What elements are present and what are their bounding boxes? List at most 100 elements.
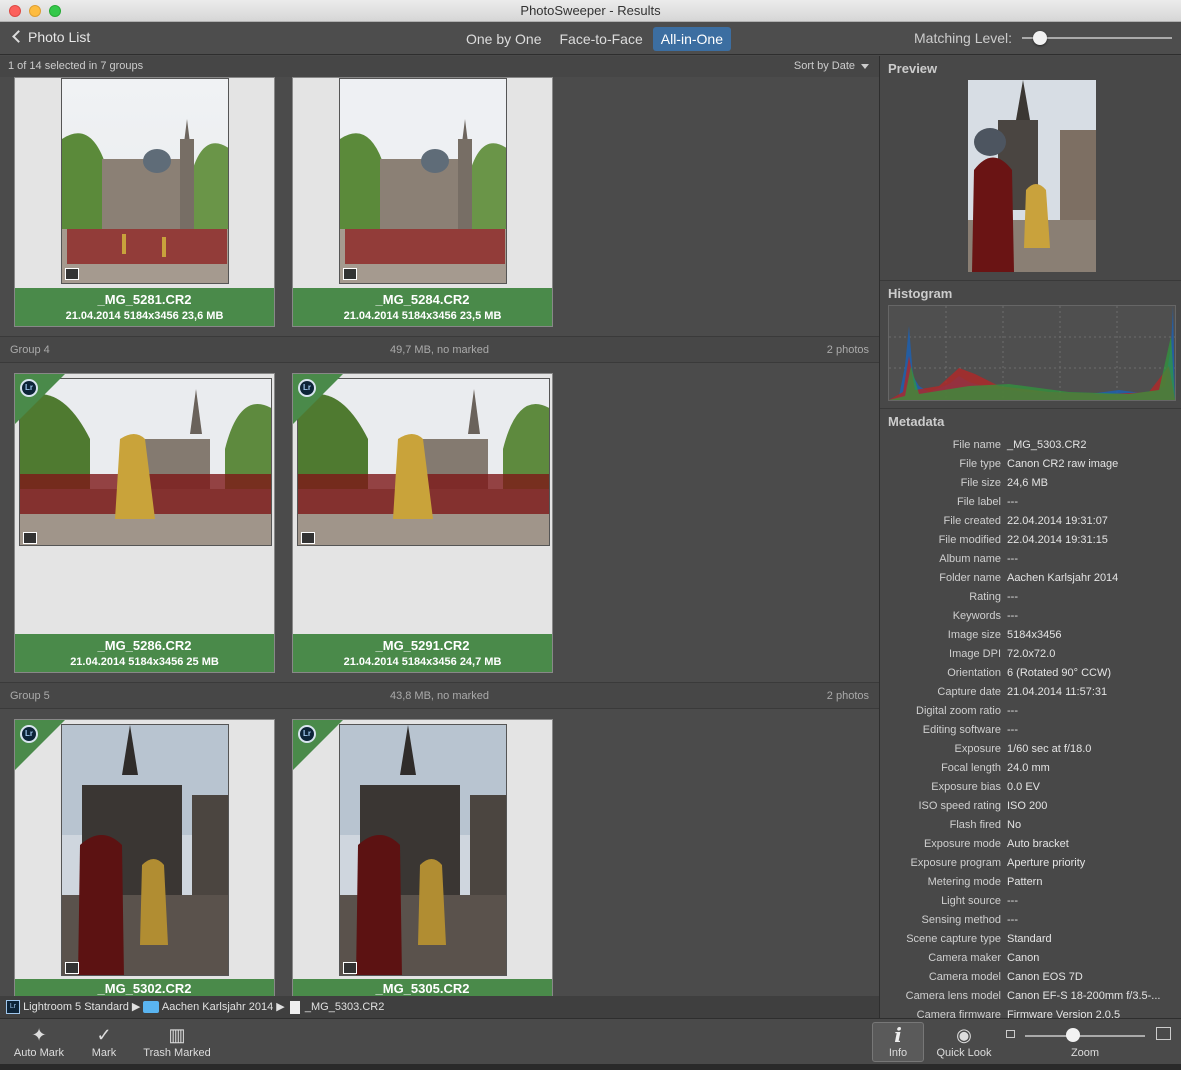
metadata-list: File name _MG_5303.CR2 File type Canon CR2 … [880,436,1181,1025]
info-button[interactable]: i Info [872,1022,924,1062]
back-to-photo-list-button[interactable]: Photo List [12,29,90,45]
metadata-row: Image size 5184x3456 [880,626,1181,645]
zoom-label: Zoom [1070,1047,1100,1059]
metadata-value: 21.04.2014 11:57:31 [1007,686,1108,698]
metadata-row: Camera maker Canon [880,949,1181,968]
metadata-value: --- [1007,553,1018,565]
app-window: PhotoSweeper - Results Photo List One by… [0,0,1181,1070]
results-grid: 1 of 14 selected in 7 groups Sort by Dat… [0,56,879,996]
metadata-key: Exposure program [910,857,1002,869]
zoom-large-icon[interactable] [1156,1027,1171,1040]
metadata-row: Digital zoom ratio --- [880,702,1181,721]
tab-all-in-one[interactable]: All-in-One [652,27,731,51]
photo-card[interactable]: Lr _MG_5305.CR2 [292,719,553,996]
auto-mark-button[interactable]: ✦ Auto Mark [10,1023,68,1059]
zoom-slider-track[interactable] [1025,1035,1145,1037]
metadata-row: Folder name Aachen Karlsjahr 2014 [880,569,1181,588]
metadata-row: Scene capture type Standard [880,930,1181,949]
metadata-row: Rating --- [880,588,1181,607]
sort-dropdown[interactable]: Sort by Date [794,56,869,77]
metadata-row: File type Canon CR2 raw image [880,455,1181,474]
metadata-row: Exposure 1/60 sec at f/18.0 [880,740,1181,759]
photo-filename: _MG_5284.CR2 [375,292,470,307]
trash-marked-button[interactable]: ▥ Trash Marked [140,1023,214,1059]
matching-level-slider-knob[interactable] [1033,31,1047,45]
metadata-row: Metering mode Pattern [880,873,1181,892]
lightroom-icon: Lr [20,725,38,743]
metadata-value: 24.0 mm [1007,762,1050,774]
metadata-value: --- [1007,705,1018,717]
stack-icon [343,962,357,974]
photo-card[interactable]: Lr _MG_5302.CR2 [14,719,275,996]
metadata-key: File created [943,515,1001,527]
metadata-value: ISO 200 [1007,800,1048,812]
path-library[interactable]: Lightroom 5 Standard [23,1001,129,1013]
metadata-key: Focal length [941,762,1001,774]
metadata-key: File type [959,458,1001,470]
metadata-value: 72.0x72.0 [1007,648,1056,660]
photo-caption: _MG_5281.CR2 21.04.2014 5184x3456 23,6 M… [15,288,274,326]
minimize-window-icon[interactable] [29,5,41,17]
zoom-small-icon[interactable] [1006,1030,1015,1038]
mark-label: Mark [91,1047,117,1059]
divider [880,408,1181,409]
stack-icon [65,268,79,280]
group-count: 2 photos [826,344,869,356]
metadata-value: Canon [1007,952,1040,964]
photo-card[interactable]: _MG_5281.CR2 21.04.2014 5184x3456 23,6 M… [14,77,275,327]
zoom-window-icon[interactable] [49,5,61,17]
stack-icon [301,532,315,544]
metadata-key: Light source [941,895,1001,907]
preview-image[interactable] [968,80,1096,272]
metadata-key: File modified [938,534,1001,546]
path-file[interactable]: _MG_5303.CR2 [305,1001,385,1013]
title-bar: PhotoSweeper - Results [0,0,1181,22]
magic-wand-icon: ✦ [31,1025,47,1045]
group-header: Group 4 49,7 MB, no marked 2 photos [0,336,879,363]
photo-caption: _MG_5302.CR2 [15,979,274,996]
inspector-panel: Preview Histogram Metadata File name _MG_… [879,56,1181,1021]
photo-card[interactable]: _MG_5284.CR2 21.04.2014 5184x3456 23,5 M… [292,77,553,327]
path-folder[interactable]: Aachen Karlsjahr 2014 [162,1001,273,1013]
info-icon: i [894,1023,902,1047]
metadata-value: Canon EOS 7D [1007,971,1083,983]
lightroom-icon: Lr [298,725,316,743]
metadata-value: Auto bracket [1007,838,1069,850]
folder-icon [143,1001,160,1014]
metadata-key: File label [956,496,1001,508]
metadata-row: File modified 22.04.2014 19:31:15 [880,531,1181,550]
group-header: Group 5 43,8 MB, no marked 2 photos [0,682,879,709]
tab-face-to-face[interactable]: Face-to-Face [552,27,651,51]
metadata-row: Album name --- [880,550,1181,569]
tab-one-by-one[interactable]: One by One [458,27,550,51]
metadata-key: Flash fired [949,819,1001,831]
photo-caption: _MG_5284.CR2 21.04.2014 5184x3456 23,5 M… [293,288,552,326]
metadata-value: --- [1007,914,1018,926]
metadata-row: File size 24,6 MB [880,474,1181,493]
quick-look-button[interactable]: ◉ Quick Look [932,1023,996,1059]
info-label: Info [888,1047,908,1059]
mark-button[interactable]: ✓ Mark [86,1023,122,1059]
bottom-toolbar: ✦ Auto Mark ✓ Mark ▥ Trash Marked i Info… [0,1018,1181,1064]
photo-card[interactable]: Lr _MG_5286.CR2 21.04.2014 5184x3456 25 … [14,373,275,673]
metadata-row: Focal length 24.0 mm [880,759,1181,778]
lightroom-icon: Lr [298,379,316,397]
group-summary: 43,8 MB, no marked [389,690,490,702]
group-summary: 49,7 MB, no marked [389,344,490,356]
metadata-row: Editing software --- [880,721,1181,740]
metadata-row: File label --- [880,493,1181,512]
metadata-key: Keywords [952,610,1001,622]
metadata-row: Camera lens model Canon EF-S 18-200mm f/3… [880,987,1181,1006]
stack-icon [343,268,357,280]
metadata-value: 22.04.2014 19:31:15 [1007,534,1108,546]
zoom-slider-knob[interactable] [1066,1028,1080,1042]
photo-card[interactable]: Lr _MG_5291.CR2 21.04.2014 5184x3456 24,… [292,373,553,673]
metadata-value: No [1007,819,1022,831]
close-window-icon[interactable] [9,5,21,17]
metadata-row: File name _MG_5303.CR2 [880,436,1181,455]
photo-caption: _MG_5291.CR2 21.04.2014 5184x3456 24,7 M… [293,634,552,672]
lightroom-library-icon: Lr [6,1000,20,1015]
metadata-key: Image DPI [949,648,1001,660]
metadata-value: Pattern [1007,876,1043,888]
metadata-row: Flash fired No [880,816,1181,835]
